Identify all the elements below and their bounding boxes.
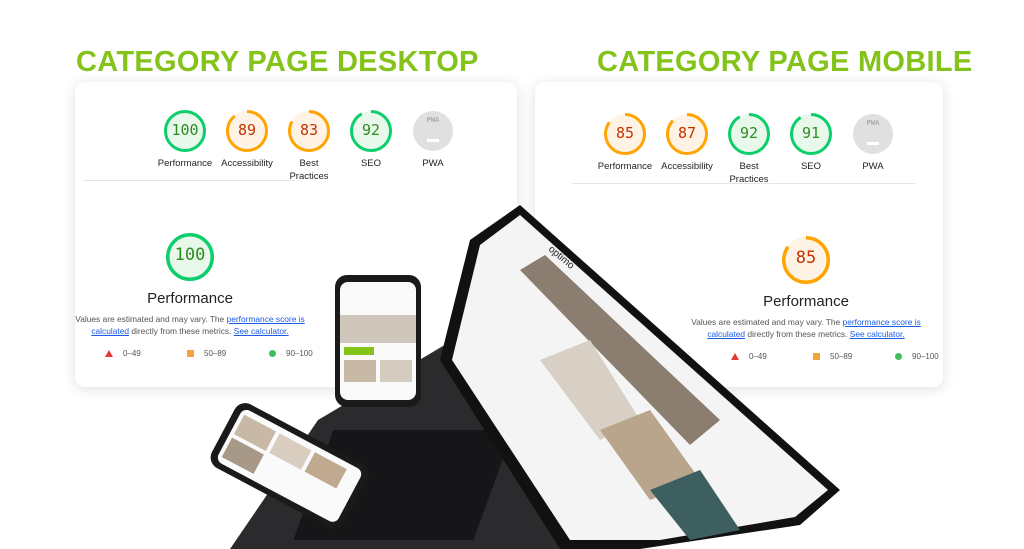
phone-vertical — [335, 275, 421, 407]
device-mockups: optimo — [210, 205, 840, 549]
